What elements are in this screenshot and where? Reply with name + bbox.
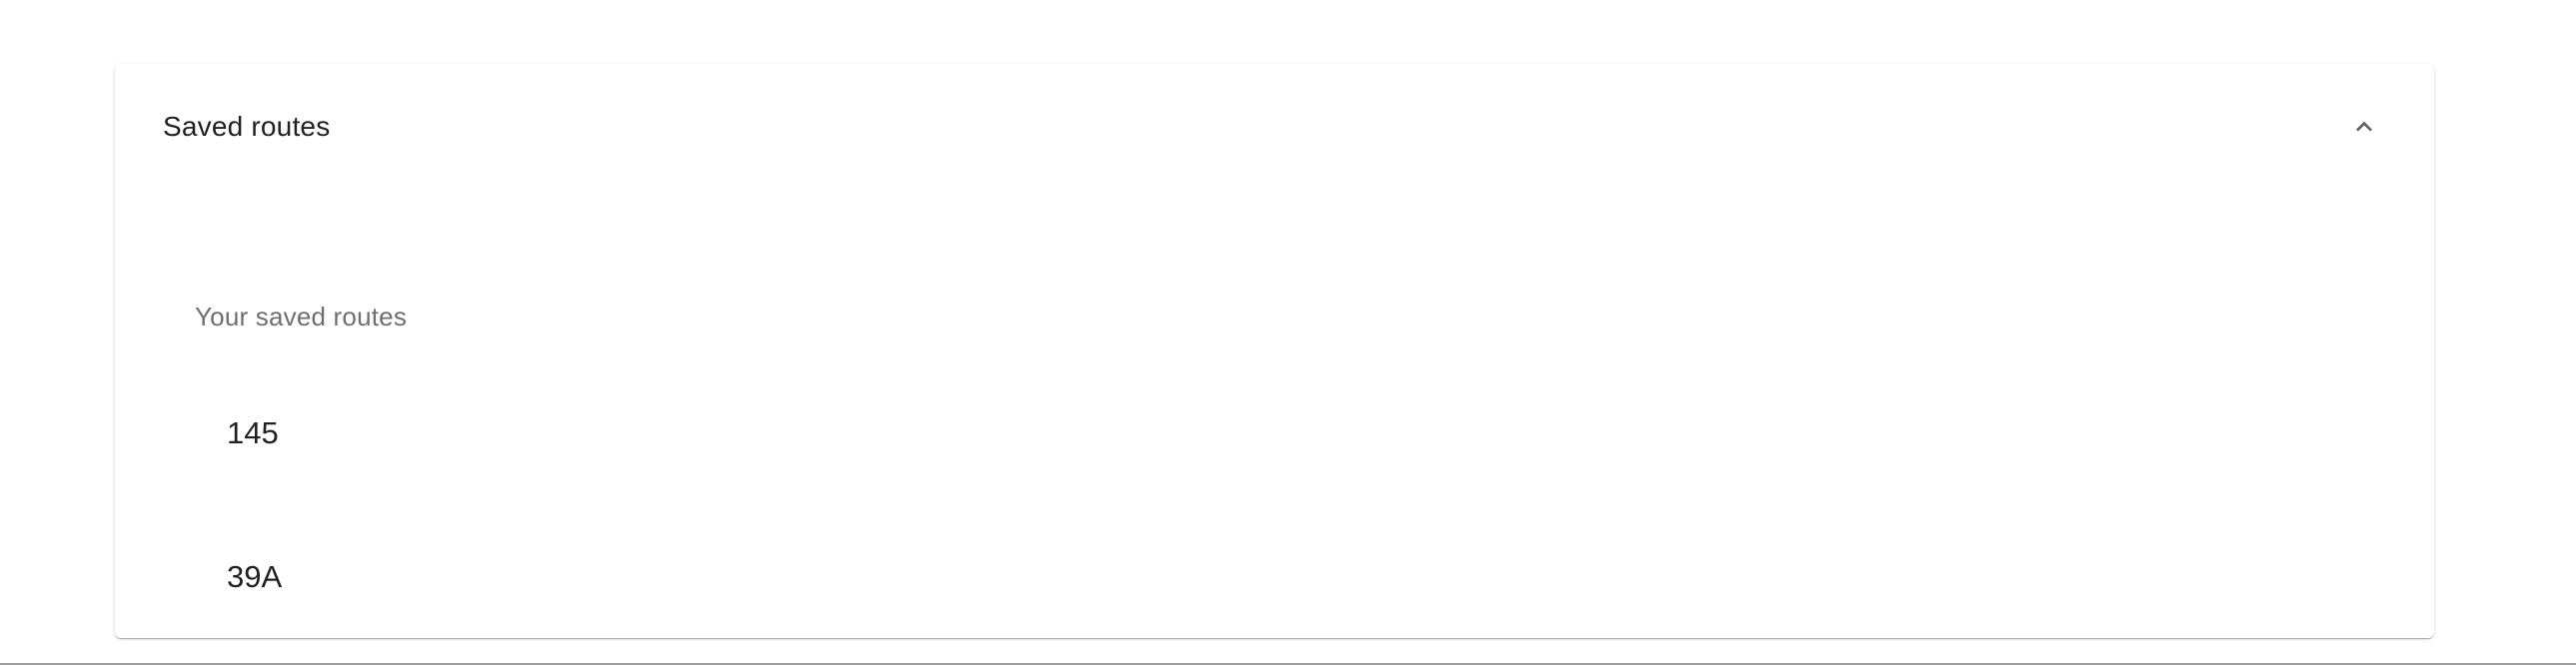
saved-routes-panel: Saved routes Your saved routes 145 39A bbox=[115, 64, 2434, 638]
route-label: 145 bbox=[227, 415, 279, 450]
panel-title: Saved routes bbox=[163, 111, 331, 142]
saved-routes-panel-header[interactable]: Saved routes bbox=[115, 64, 2434, 190]
chevron-up-icon[interactable] bbox=[2344, 107, 2384, 147]
route-item-145[interactable]: 145 bbox=[115, 361, 2434, 505]
route-label: 39A bbox=[227, 559, 283, 594]
page: Saved routes Your saved routes 145 39A bbox=[0, 0, 2576, 665]
route-item-39a[interactable]: 39A bbox=[115, 505, 2434, 649]
saved-routes-list: 145 39A bbox=[115, 367, 2434, 649]
saved-routes-section-label: Your saved routes bbox=[195, 302, 408, 332]
